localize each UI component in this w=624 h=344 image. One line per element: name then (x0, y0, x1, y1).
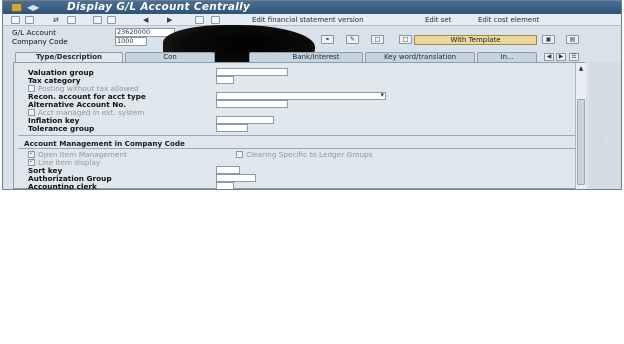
next-icon[interactable]: ▶ (167, 14, 172, 26)
tolerance-group-label: Tolerance group (28, 124, 95, 133)
info-icon[interactable] (211, 16, 220, 24)
create-icon[interactable]: □ (371, 35, 384, 44)
save-icon[interactable] (67, 16, 76, 24)
accounting-clerk-label: Accounting clerk (28, 182, 97, 190)
tab-type-description[interactable]: Type/Description (15, 52, 123, 62)
gl-account-label: G/L Account (12, 28, 56, 37)
window-title: Display G/L Account Centrally (67, 1, 251, 13)
nav-back-icon[interactable]: ◀▶ (27, 1, 39, 14)
with-template-button[interactable]: With Template (414, 35, 537, 45)
clearing-specific-label: Clearing Specific to Ledger Groups (246, 150, 373, 159)
copy-template-icon[interactable]: □ (399, 35, 412, 44)
tab-prev-icon[interactable]: ◀ (544, 53, 554, 61)
scroll-up-icon[interactable]: ▲ (577, 65, 585, 73)
tab-control-data[interactable]: Con (125, 52, 215, 62)
previous-icon[interactable]: ◀ (143, 14, 148, 26)
sap-menu-icon[interactable] (11, 3, 22, 12)
edit-cost-element-button[interactable]: Edit cost element (478, 14, 539, 26)
display-change-icon[interactable] (11, 16, 20, 24)
glasses-icon[interactable]: ⚭ (321, 35, 334, 44)
splitter-grip-icon[interactable]: ⋮ (599, 138, 605, 145)
tax-category-input[interactable] (216, 76, 234, 84)
tab-strip: Type/Description Con Bank/Interest Key w… (13, 52, 588, 62)
vertical-scrollbar[interactable]: ▲ (575, 63, 586, 189)
edit-pencil-icon[interactable]: ✎ (346, 35, 359, 44)
edit-set-button[interactable]: Edit set (425, 14, 451, 26)
posting-without-tax-checkbox[interactable] (28, 85, 35, 92)
group-header-divider (18, 148, 578, 149)
inflation-key-input[interactable] (216, 116, 274, 124)
content-panel: Valuation group Tax category Posting wit… (13, 62, 585, 189)
valuation-group-input[interactable] (216, 68, 288, 76)
delete-icon[interactable]: ▤ (566, 35, 579, 44)
company-code-input[interactable]: 1000 (115, 37, 147, 46)
acct-managed-ext-checkbox[interactable] (28, 109, 35, 116)
tab-next-icon[interactable]: ▶ (556, 53, 566, 61)
other-object-icon[interactable]: ⇄ (53, 14, 59, 26)
tab-information[interactable]: In... (477, 52, 537, 62)
copy-icon[interactable] (25, 16, 34, 24)
where-used-icon[interactable] (93, 16, 102, 24)
account-management-header: Account Management in Company Code (24, 139, 185, 148)
tab-list-icon[interactable]: ☰ (569, 53, 579, 61)
tab-keyword-translation[interactable]: Key word/translation (365, 52, 475, 62)
recon-account-dropdown[interactable] (216, 91, 386, 100)
title-bar: ◀▶ Display G/L Account Centrally (3, 1, 621, 14)
filter-icon[interactable] (195, 16, 204, 24)
company-code-label: Company Code (12, 37, 68, 46)
authorization-group-input[interactable] (216, 174, 256, 182)
application-toolbar: ⇄ ◀ ▶ Edit financial statement version E… (3, 14, 621, 26)
check-icon[interactable] (107, 16, 116, 24)
accounting-clerk-input[interactable] (216, 182, 234, 189)
edit-fs-version-button[interactable]: Edit financial statement version (252, 14, 364, 26)
clearing-specific-checkbox[interactable] (236, 151, 243, 158)
alternative-account-input[interactable] (216, 100, 288, 108)
line-item-display-checkbox[interactable] (28, 157, 35, 166)
tab-bank-interest[interactable]: Bank/Interest (249, 52, 363, 62)
sap-window: ◀▶ Display G/L Account Centrally ⇄ ◀ ▶ E… (2, 0, 622, 190)
sort-key-input[interactable] (216, 166, 240, 174)
scroll-thumb[interactable] (577, 99, 585, 185)
right-margin: ⋮ (589, 62, 621, 189)
lock-icon[interactable]: ▣ (542, 35, 555, 44)
tolerance-group-input[interactable] (216, 124, 248, 132)
section-divider (18, 135, 578, 136)
